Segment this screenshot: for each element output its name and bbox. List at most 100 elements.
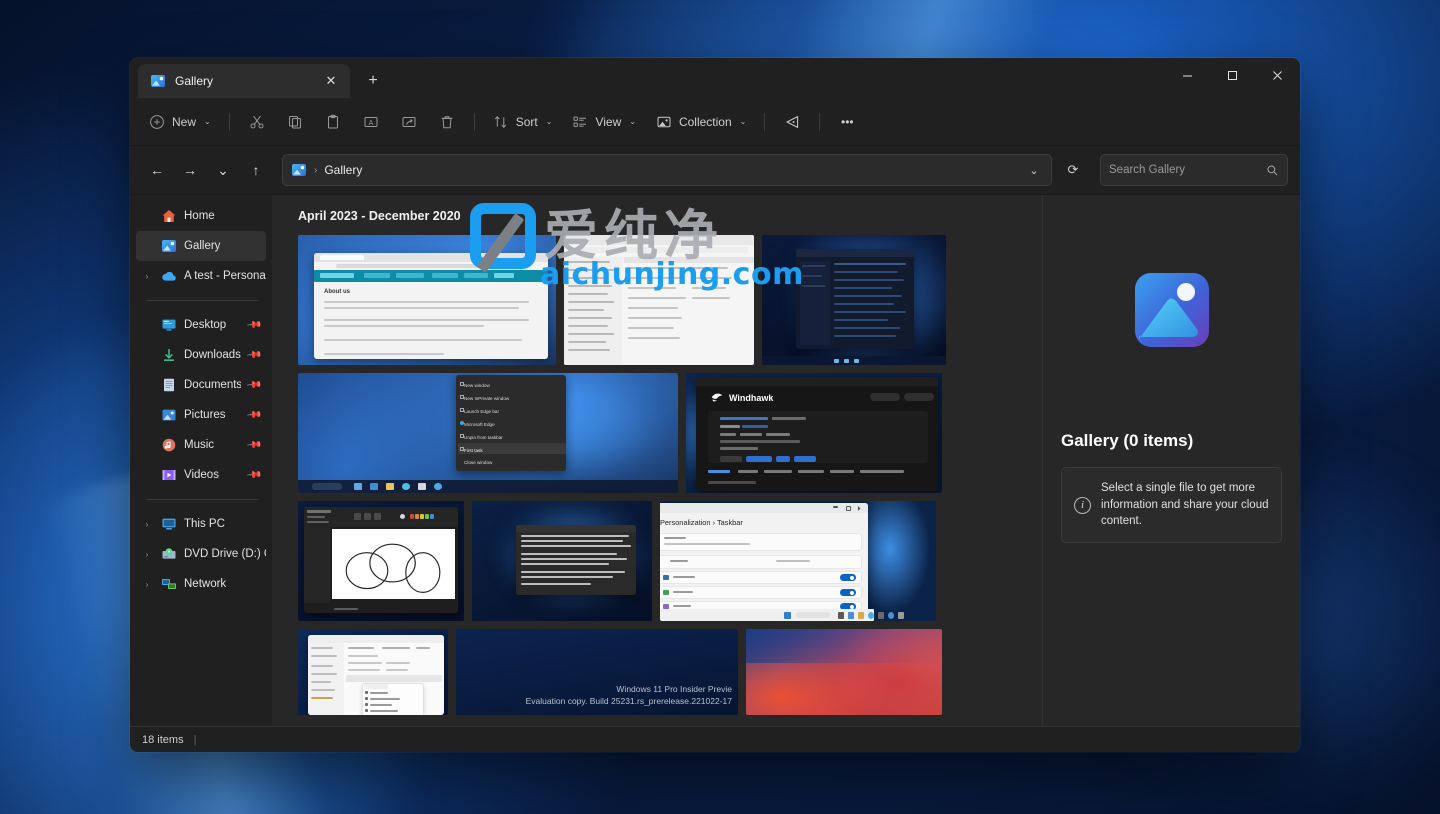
forward-button[interactable]: → (175, 155, 205, 185)
sidebar-item-desktop[interactable]: › Desktop 📌 (136, 310, 266, 340)
jumplist-item[interactable]: Unpin from taskbar (464, 433, 503, 443)
recent-locations-button[interactable]: ⌄ (208, 155, 238, 185)
rename-button[interactable]: A (353, 106, 389, 138)
sidebar-item-downloads[interactable]: › Downloads 📌 (136, 340, 266, 370)
thumbnail-dark-taskmanager[interactable] (762, 235, 946, 365)
details-info-text: Select a single file to get more informa… (1101, 480, 1269, 530)
network-icon (161, 576, 177, 592)
thumbnail-paint-circles[interactable] (298, 501, 464, 621)
thumbnail-edge-jumplist[interactable]: New window New InPrivate window Launch E… (298, 373, 678, 493)
tab-gallery[interactable]: Gallery ✕ (138, 64, 350, 98)
refresh-button[interactable]: ⟳ (1057, 154, 1089, 186)
search-input[interactable]: Search Gallery (1109, 164, 1260, 176)
onedrive-icon (161, 268, 177, 284)
command-bar: New ⌄ A (130, 98, 1300, 146)
expander-icon[interactable]: › (140, 272, 154, 281)
windhawk-title: Windhawk (729, 393, 773, 403)
share-icon (401, 114, 417, 130)
status-divider: | (194, 734, 197, 746)
gallery-icon (291, 162, 307, 178)
share-button[interactable] (391, 106, 427, 138)
sidebar-item-dvd-drive[interactable]: › DVD Drive (D:) CCC (136, 539, 266, 569)
paint-canvas-drawing (332, 529, 455, 599)
gallery-icon (161, 238, 177, 254)
jumplist-item[interactable]: Launch Edge bar (464, 407, 499, 417)
thumbnail-windhawk[interactable]: Windhawk (686, 373, 942, 493)
chevron-down-icon: ⌄ (629, 117, 636, 126)
address-chevron-icon[interactable]: ⌄ (1021, 157, 1047, 183)
overflow-button[interactable]: ••• (829, 106, 865, 138)
toolbar-divider (764, 113, 765, 131)
sidebar-item-pictures[interactable]: › Pictures 📌 (136, 400, 266, 430)
thumbnail-caption: About us (324, 289, 350, 295)
sidebar-item-this-pc[interactable]: › This PC (136, 509, 266, 539)
group-header-date-range: April 2023 - December 2020 (298, 209, 1042, 223)
insider-watermark: Windows 11 Pro Insider Previe Evaluation… (526, 684, 732, 707)
sidebar-item-label: Network (184, 578, 266, 590)
pin-icon: 📌 (245, 347, 262, 363)
sidebar-item-documents[interactable]: › Documents 📌 (136, 370, 266, 400)
thumbnail-settings-taskbar[interactable]: Personalization › Taskbar (660, 501, 936, 621)
pin-icon: 📌 (245, 407, 262, 423)
minimize-button[interactable] (1165, 58, 1210, 92)
close-button[interactable] (1255, 58, 1300, 92)
paste-button[interactable] (315, 106, 351, 138)
delete-button[interactable] (429, 106, 465, 138)
breadcrumb-separator: › (314, 165, 317, 176)
window-body: › Home › Gallery › (130, 194, 1300, 726)
jumplist-item[interactable]: New InPrivate window (464, 394, 509, 404)
jumplist-item[interactable]: New window (464, 381, 490, 391)
pin-icon: 📌 (245, 467, 262, 483)
delete-icon (439, 114, 455, 130)
downloads-icon (161, 347, 177, 363)
up-button[interactable]: ↑ (241, 155, 271, 185)
thumbnail-terminal-window[interactable] (472, 501, 652, 621)
sidebar-item-label: Videos (184, 469, 241, 481)
sidebar-item-a-test-personal[interactable]: › A test - Personal (136, 261, 266, 291)
tab-strip: Gallery ✕ + (130, 64, 388, 98)
thumbnail-explorer-context-menu[interactable] (298, 629, 448, 715)
sidebar-item-label: Gallery (184, 240, 266, 252)
jumplist-item[interactable]: Close window (464, 458, 492, 468)
filter-button[interactable] (774, 106, 810, 138)
sidebar-item-music[interactable]: › Music 📌 (136, 430, 266, 460)
sidebar-item-home[interactable]: › Home (136, 201, 266, 231)
pin-icon: 📌 (245, 377, 262, 393)
status-bar: 18 items | (130, 726, 1300, 752)
expander-icon[interactable]: › (140, 580, 154, 589)
jumplist-item[interactable]: Microsoft Edge (464, 420, 495, 430)
sort-button[interactable]: Sort ⌄ (484, 106, 562, 138)
chevron-down-icon: ⌄ (740, 117, 747, 126)
maximize-button[interactable] (1210, 58, 1255, 92)
sidebar-item-videos[interactable]: › Videos 📌 (136, 460, 266, 490)
new-tab-button[interactable]: + (358, 66, 388, 96)
breadcrumb-label-gallery[interactable]: Gallery (324, 163, 362, 177)
gallery-app-icon (1133, 271, 1211, 349)
expander-icon[interactable]: › (140, 550, 154, 559)
copy-button[interactable] (277, 106, 313, 138)
back-button[interactable]: ← (142, 155, 172, 185)
thumbnail-insider-desktop[interactable]: Windows 11 Pro Insider Previe Evaluation… (456, 629, 738, 715)
filter-icon (784, 114, 800, 130)
expander-icon[interactable]: › (140, 520, 154, 529)
sort-icon (493, 114, 509, 130)
collection-button[interactable]: Collection ⌄ (647, 106, 755, 138)
jumplist-item[interactable]: First task (464, 446, 483, 456)
sidebar-item-network[interactable]: › Network (136, 569, 266, 599)
tab-close-button[interactable]: ✕ (320, 70, 342, 92)
toolbar-divider (474, 113, 475, 131)
view-button[interactable]: View ⌄ (563, 106, 645, 138)
new-button[interactable]: New ⌄ (140, 106, 220, 138)
breadcrumb[interactable]: › Gallery (291, 162, 362, 178)
thumbnail-browser-about-us[interactable]: About us (298, 235, 556, 365)
details-info-card: i Select a single file to get more infor… (1061, 467, 1282, 543)
thumbnail-red-abstract[interactable] (746, 629, 942, 715)
sidebar-item-gallery[interactable]: › Gallery (136, 231, 266, 261)
address-bar[interactable]: › Gallery ⌄ (282, 154, 1052, 186)
thumbnail-explorer-list[interactable] (564, 235, 754, 365)
sidebar-item-label: Desktop (184, 319, 241, 331)
search-box[interactable]: Search Gallery (1100, 154, 1288, 186)
music-icon (161, 437, 177, 453)
pin-icon: 📌 (245, 437, 262, 453)
cut-button[interactable] (239, 106, 275, 138)
